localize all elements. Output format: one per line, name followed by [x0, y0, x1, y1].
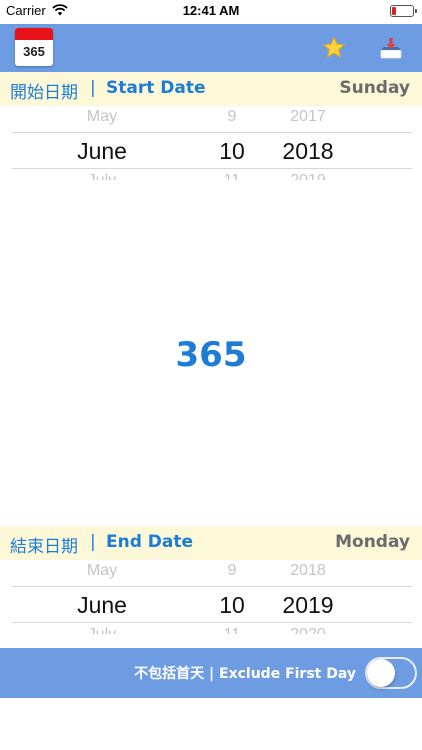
nav-bar: 365 [0, 24, 422, 72]
picker-month[interactable]: May [52, 564, 152, 580]
picker-selection-line-bottom [12, 622, 412, 623]
picker-selection-line-bottom [12, 168, 412, 169]
clock: 12:41 AM [182, 3, 240, 18]
picker-year[interactable]: 2019 [268, 592, 348, 619]
exclude-first-day-toggle[interactable] [365, 657, 417, 689]
end-date-label-en: End Date [106, 532, 194, 552]
picker-month[interactable]: May [52, 110, 152, 126]
app-logo: 365 [15, 28, 53, 66]
picker-day[interactable]: 10 [202, 592, 262, 619]
picker-day[interactable]: 11 [202, 172, 262, 180]
picker-day[interactable]: 9 [202, 564, 262, 580]
start-date-label-zh: 開始日期 [10, 83, 78, 103]
start-date-header: 開始日期 | Start Date Sunday [0, 72, 422, 106]
picker-month[interactable]: July [52, 172, 152, 180]
picker-month[interactable]: June [52, 592, 152, 619]
day-count-result: 365 [175, 335, 247, 375]
picker-day[interactable]: 10 [202, 138, 262, 165]
start-date-separator: | [90, 78, 96, 98]
end-date-separator: | [90, 532, 96, 552]
inbox-download-button[interactable] [378, 36, 404, 60]
toggle-knob[interactable] [367, 659, 395, 687]
picker-year[interactable]: 2020 [268, 626, 348, 634]
start-date-picker[interactable]: May 9 2017 June 10 2018 July 11 2019 [12, 110, 412, 180]
start-weekday: Sunday [339, 78, 410, 98]
picker-selection-line-top [12, 132, 412, 133]
battery-icon [390, 5, 417, 17]
app-logo-number: 365 [23, 44, 45, 59]
favorite-star-button[interactable] [322, 36, 346, 60]
picker-day[interactable]: 11 [202, 626, 262, 634]
end-date-picker[interactable]: May 9 2018 June 10 2019 July 11 2020 [12, 564, 412, 634]
picker-month[interactable]: July [52, 626, 152, 634]
picker-year[interactable]: 2019 [268, 172, 348, 180]
picker-year[interactable]: 2018 [268, 138, 348, 165]
picker-selection-line-top [12, 586, 412, 587]
status-bar: Carrier 12:41 AM [0, 0, 422, 24]
picker-month[interactable]: June [52, 138, 152, 165]
end-weekday: Monday [335, 532, 410, 552]
options-bar: 不包括首天 | Exclude First Day [0, 648, 422, 698]
picker-year[interactable]: 2017 [268, 110, 348, 126]
exclude-first-day-label: 不包括首天 | Exclude First Day [134, 666, 356, 682]
picker-year[interactable]: 2018 [268, 564, 348, 580]
app-logo-banner [15, 28, 53, 40]
picker-day[interactable]: 9 [202, 110, 262, 126]
end-date-header: 結束日期 | End Date Monday [0, 526, 422, 560]
end-date-label-zh: 結束日期 [10, 537, 78, 557]
start-date-label-en: Start Date [106, 78, 206, 98]
